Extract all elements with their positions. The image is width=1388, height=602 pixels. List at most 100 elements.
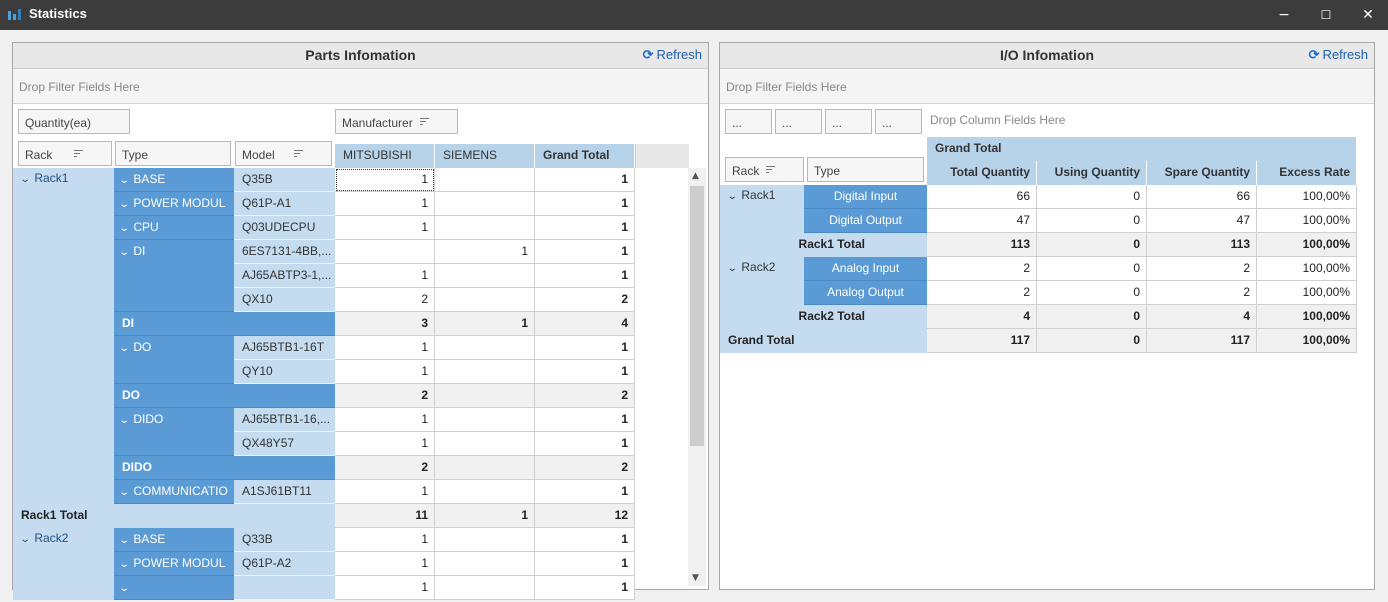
row-field-model[interactable]: Model bbox=[235, 141, 332, 166]
model-row-header[interactable]: Q61P-A1 bbox=[234, 192, 335, 216]
cell-using-quantity[interactable]: 0 bbox=[1037, 329, 1147, 353]
io-rack-row-header[interactable]: ⌄ Rack1 bbox=[720, 185, 804, 233]
cell-siemens[interactable]: 1 bbox=[435, 240, 535, 264]
cell-siemens[interactable] bbox=[435, 552, 535, 576]
row-field-rack[interactable]: Rack bbox=[18, 141, 112, 166]
cell-using-quantity[interactable]: 0 bbox=[1037, 233, 1147, 257]
cell-excess-rate[interactable]: 100,00% bbox=[1257, 209, 1357, 233]
type-row-header[interactable]: ⌄ DIDO bbox=[114, 408, 234, 456]
cell-grand-total[interactable]: 2 bbox=[535, 456, 635, 480]
io-row-field-rack[interactable]: Rack bbox=[725, 157, 804, 182]
cell-grand-total[interactable]: 1 bbox=[535, 264, 635, 288]
chevron-down-icon[interactable]: ⌄ bbox=[119, 169, 130, 191]
io-col-total-quantity[interactable]: Total Quantity bbox=[927, 161, 1037, 185]
model-row-header[interactable]: A1SJ61BT11 bbox=[234, 480, 335, 504]
chevron-down-icon[interactable]: ⌄ bbox=[119, 241, 130, 264]
cell-siemens[interactable] bbox=[435, 360, 535, 384]
cell-total-quantity[interactable]: 47 bbox=[927, 209, 1037, 233]
cell-mitsubishi[interactable]: 3 bbox=[335, 312, 435, 336]
cell-spare-quantity[interactable]: 117 bbox=[1147, 329, 1257, 353]
close-button[interactable]: ✕ bbox=[1348, 0, 1388, 30]
cell-siemens[interactable] bbox=[435, 480, 535, 504]
io-placeholder-field[interactable]: ... bbox=[725, 109, 772, 134]
column-field-manufacturer[interactable]: Manufacturer bbox=[335, 109, 458, 134]
cell-excess-rate[interactable]: 100,00% bbox=[1257, 185, 1357, 209]
cell-using-quantity[interactable]: 0 bbox=[1037, 281, 1147, 305]
io-column-drop-zone[interactable]: Drop Column Fields Here bbox=[930, 109, 1130, 133]
cell-mitsubishi[interactable]: 1 bbox=[335, 480, 435, 504]
model-row-header[interactable]: AJ65ABTP3-1,... bbox=[234, 264, 335, 288]
cell-excess-rate[interactable]: 100,00% bbox=[1257, 233, 1357, 257]
cell-siemens[interactable] bbox=[435, 192, 535, 216]
model-row-header[interactable]: QX48Y57 bbox=[234, 432, 335, 456]
type-row-header[interactable]: ⌄ COMMUNICATIO bbox=[114, 480, 234, 504]
cell-spare-quantity[interactable]: 4 bbox=[1147, 305, 1257, 329]
cell-grand-total[interactable]: 12 bbox=[535, 504, 635, 528]
type-row-header[interactable]: ⌄ BASE bbox=[114, 168, 234, 192]
cell-siemens[interactable] bbox=[435, 336, 535, 360]
parts-filter-drop-zone[interactable]: Drop Filter Fields Here bbox=[13, 70, 708, 104]
scrollbar-thumb[interactable] bbox=[690, 186, 704, 446]
rack-row-header[interactable]: ⌄ Rack2 bbox=[13, 528, 114, 600]
cell-grand-total[interactable]: 1 bbox=[535, 408, 635, 432]
cell-grand-total[interactable]: 1 bbox=[535, 168, 635, 192]
cell-mitsubishi[interactable]: 11 bbox=[335, 504, 435, 528]
cell-grand-total[interactable]: 1 bbox=[535, 528, 635, 552]
cell-total-quantity[interactable]: 66 bbox=[927, 185, 1037, 209]
io-type-row-header[interactable]: Digital Output bbox=[804, 209, 927, 233]
model-row-header[interactable]: Q61P-A2 bbox=[234, 552, 335, 576]
model-row-header[interactable] bbox=[234, 576, 335, 600]
rack-row-header[interactable]: ⌄ Rack1 bbox=[13, 168, 114, 504]
cell-spare-quantity[interactable]: 2 bbox=[1147, 257, 1257, 281]
cell-using-quantity[interactable]: 0 bbox=[1037, 305, 1147, 329]
cell-mitsubishi[interactable]: 2 bbox=[335, 456, 435, 480]
io-col-excess-rate[interactable]: Excess Rate bbox=[1257, 161, 1357, 185]
chevron-down-icon[interactable]: ⌄ bbox=[727, 263, 738, 274]
cell-spare-quantity[interactable]: 2 bbox=[1147, 281, 1257, 305]
cell-total-quantity[interactable]: 117 bbox=[927, 329, 1037, 353]
col-header-mitsubishi[interactable]: MITSUBISHI bbox=[335, 144, 435, 168]
scroll-down-icon[interactable]: ▼ bbox=[692, 573, 699, 583]
type-row-header[interactable]: ⌄ DI bbox=[114, 240, 234, 312]
cell-siemens[interactable]: 1 bbox=[435, 312, 535, 336]
cell-siemens[interactable] bbox=[435, 528, 535, 552]
cell-mitsubishi[interactable]: 2 bbox=[335, 288, 435, 312]
cell-using-quantity[interactable]: 0 bbox=[1037, 257, 1147, 281]
cell-grand-total[interactable]: 1 bbox=[535, 240, 635, 264]
io-col-using-quantity[interactable]: Using Quantity bbox=[1037, 161, 1147, 185]
chevron-down-icon[interactable]: ⌄ bbox=[119, 409, 130, 432]
cell-total-quantity[interactable]: 2 bbox=[927, 257, 1037, 281]
cell-mitsubishi[interactable]: 1 bbox=[335, 552, 435, 576]
cell-siemens[interactable]: 1 bbox=[435, 504, 535, 528]
chevron-down-icon[interactable]: ⌄ bbox=[727, 191, 738, 202]
cell-siemens[interactable] bbox=[435, 264, 535, 288]
cell-total-quantity[interactable]: 4 bbox=[927, 305, 1037, 329]
chevron-down-icon[interactable]: ⌄ bbox=[20, 174, 31, 185]
col-header-siemens[interactable]: SIEMENS bbox=[435, 144, 535, 168]
col-header-grand-total[interactable]: Grand Total bbox=[535, 144, 635, 168]
type-row-header[interactable]: ⌄ BASE bbox=[114, 528, 234, 552]
cell-grand-total[interactable]: 1 bbox=[535, 192, 635, 216]
chevron-down-icon[interactable]: ⌄ bbox=[119, 529, 130, 551]
chevron-down-icon[interactable]: ⌄ bbox=[20, 534, 31, 545]
cell-mitsubishi[interactable]: 1 bbox=[335, 360, 435, 384]
io-rack-row-header[interactable]: ⌄ Rack2 bbox=[720, 257, 804, 305]
cell-total-quantity[interactable]: 2 bbox=[927, 281, 1037, 305]
cell-mitsubishi[interactable]: 1 bbox=[335, 192, 435, 216]
cell-mitsubishi[interactable]: 1 bbox=[335, 168, 435, 192]
cell-grand-total[interactable]: 1 bbox=[535, 360, 635, 384]
chevron-down-icon[interactable]: ⌄ bbox=[119, 481, 130, 503]
cell-mitsubishi[interactable]: 1 bbox=[335, 528, 435, 552]
cell-mitsubishi[interactable]: 1 bbox=[335, 432, 435, 456]
minimize-button[interactable]: − bbox=[1264, 0, 1304, 30]
cell-spare-quantity[interactable]: 66 bbox=[1147, 185, 1257, 209]
cell-excess-rate[interactable]: 100,00% bbox=[1257, 305, 1357, 329]
cell-spare-quantity[interactable]: 113 bbox=[1147, 233, 1257, 257]
cell-mitsubishi[interactable]: 2 bbox=[335, 384, 435, 408]
cell-using-quantity[interactable]: 0 bbox=[1037, 209, 1147, 233]
cell-grand-total[interactable]: 1 bbox=[535, 336, 635, 360]
io-refresh-button[interactable]: ⟳ Refresh bbox=[1309, 47, 1368, 63]
cell-mitsubishi[interactable]: 1 bbox=[335, 264, 435, 288]
cell-spare-quantity[interactable]: 47 bbox=[1147, 209, 1257, 233]
cell-grand-total[interactable]: 1 bbox=[535, 576, 635, 600]
